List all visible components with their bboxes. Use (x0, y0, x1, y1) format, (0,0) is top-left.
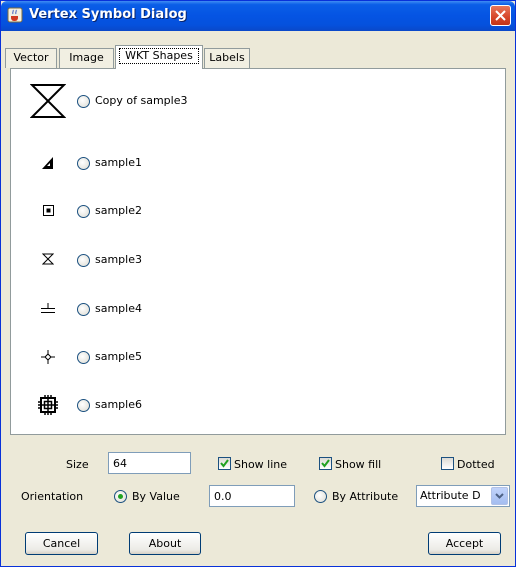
radio-sample4[interactable] (77, 303, 90, 316)
shape-option-sample6[interactable]: sample6 (11, 385, 491, 425)
chevron-down-icon (495, 493, 504, 499)
radio-sample2[interactable] (77, 205, 90, 218)
square-dot-icon (43, 205, 54, 216)
tab-label: Vector (13, 51, 49, 64)
tab-labels[interactable]: Labels (204, 48, 250, 68)
orientation-label: Orientation (21, 490, 84, 503)
shape-option-sample3[interactable]: sample3 (11, 240, 491, 280)
attribute-select-value: Attribute D (420, 489, 481, 502)
dotted-label: Dotted (457, 458, 495, 471)
shape-label: sample5 (95, 350, 142, 363)
focus-ring (119, 48, 199, 64)
size-label: Size (66, 458, 89, 471)
by-attribute-label: By Attribute (332, 490, 399, 503)
shape-option-sample4[interactable]: sample4 (11, 289, 491, 329)
shape-label: sample4 (95, 302, 142, 315)
radio-sample5[interactable] (77, 351, 90, 364)
radio-sample3[interactable] (77, 254, 90, 267)
tab-vector[interactable]: Vector (5, 48, 57, 68)
attribute-select[interactable]: Attribute D (416, 485, 510, 507)
tab-wkt-shapes[interactable]: WKT Shapes (115, 45, 203, 69)
triangle-icon (42, 157, 53, 169)
window-title: Vertex Symbol Dialog (29, 7, 187, 22)
shape-option-sample5[interactable]: sample5 (11, 337, 491, 377)
checkmark-icon (220, 459, 229, 468)
tab-image[interactable]: Image (59, 48, 114, 68)
radio-sample6[interactable] (77, 399, 90, 412)
show-line-checkbox[interactable] (218, 457, 231, 470)
orientation-value-input[interactable] (209, 485, 295, 507)
radio-sample1[interactable] (77, 157, 90, 170)
size-input[interactable] (108, 452, 191, 474)
shape-option-sample1[interactable]: sample1 (11, 143, 491, 183)
by-value-radio[interactable] (114, 490, 127, 503)
star-cross-icon (41, 350, 55, 364)
tab-label: Image (69, 51, 104, 64)
by-attribute-radio[interactable] (314, 490, 327, 503)
close-button[interactable] (490, 5, 511, 26)
tab-label: Labels (209, 51, 245, 64)
checkmark-icon (321, 459, 330, 468)
java-cup-icon (7, 7, 23, 23)
dropdown-button[interactable] (491, 487, 508, 505)
by-value-label: By Value (132, 490, 180, 503)
shape-label: Copy of sample3 (95, 94, 188, 107)
shape-option-sample2[interactable]: sample2 (11, 191, 491, 231)
hourglass-icon (42, 253, 54, 265)
hourglass-large-icon (30, 84, 66, 118)
grid-target-icon (38, 395, 58, 415)
shape-label: sample3 (95, 253, 142, 266)
accept-button[interactable]: Accept (428, 532, 501, 555)
show-line-label: Show line (234, 458, 288, 471)
show-fill-label: Show fill (335, 458, 382, 471)
close-icon (495, 10, 506, 21)
cancel-button[interactable]: Cancel (25, 532, 98, 555)
not-equal-bar-icon (41, 303, 55, 313)
wkt-shapes-panel: Copy of sample3 sample1 sample2 sample3 (10, 68, 506, 435)
radio-copy-of-sample3[interactable] (77, 95, 90, 108)
shape-option-copy-of-sample3[interactable]: Copy of sample3 (11, 81, 491, 121)
title-bar[interactable]: Vertex Symbol Dialog (1, 1, 515, 31)
shape-label: sample1 (95, 156, 142, 169)
dialog-window: Vertex Symbol Dialog Vector Image WKT Sh… (0, 0, 516, 567)
shape-label: sample2 (95, 204, 142, 217)
shape-label: sample6 (95, 398, 142, 411)
dotted-checkbox[interactable] (441, 457, 454, 470)
about-button[interactable]: About (129, 532, 201, 555)
show-fill-checkbox[interactable] (319, 457, 332, 470)
